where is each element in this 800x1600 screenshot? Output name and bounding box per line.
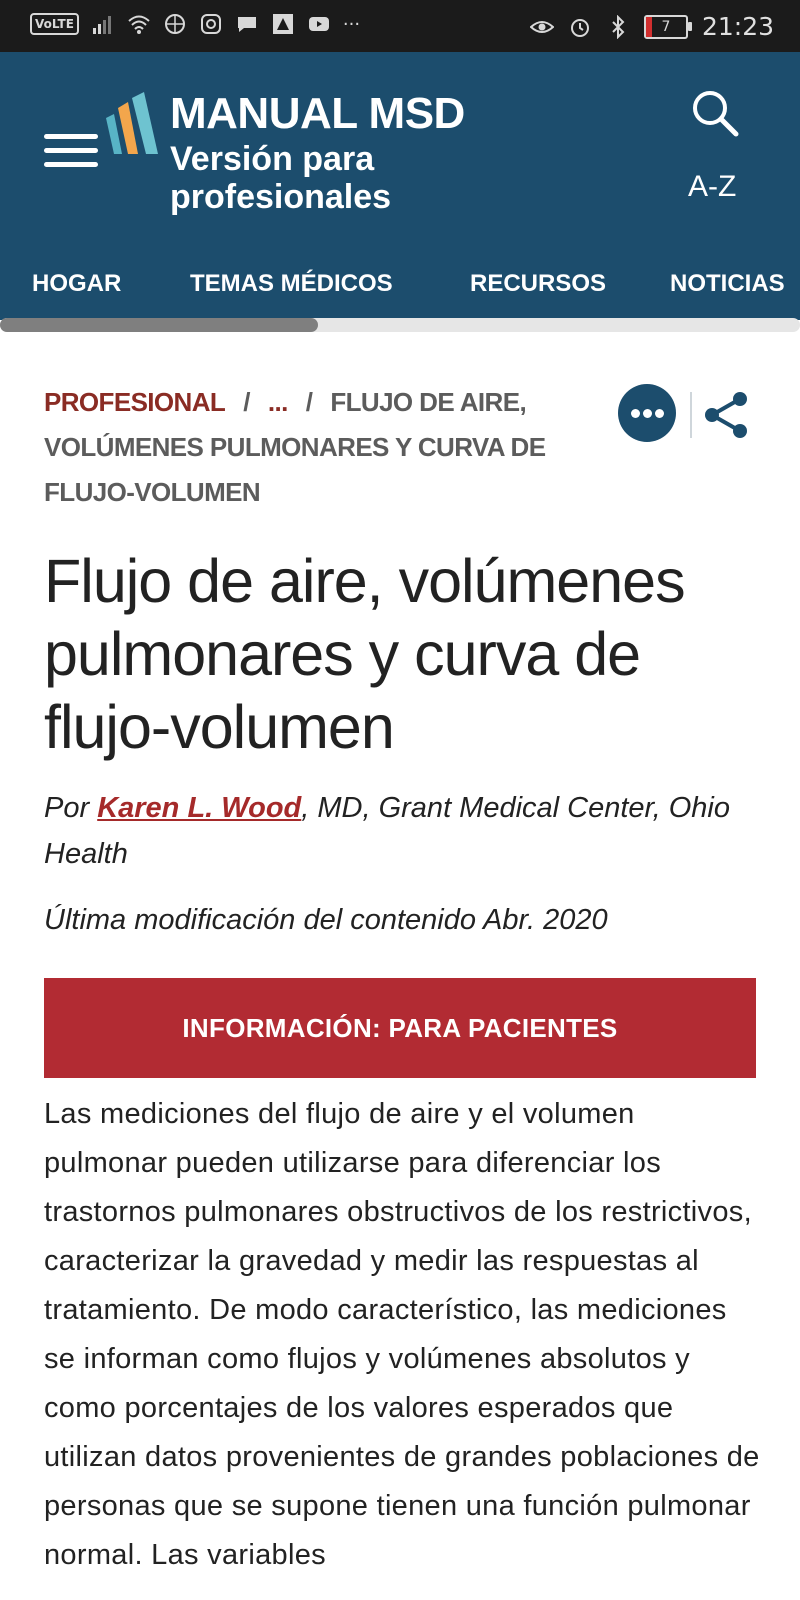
brand-subtitle[interactable]: Versión para profesionales — [170, 140, 470, 216]
battery-level: 7 — [661, 18, 671, 35]
search-icon[interactable] — [690, 88, 740, 138]
author-link[interactable]: Karen L. Wood — [97, 792, 301, 824]
main-nav: HOGAR TEMAS MÉDICOS RECURSOS NOTICIAS — [0, 250, 800, 320]
az-index-button[interactable]: A-Z — [688, 170, 736, 204]
status-bar: VoLTE ··· 7 21:23 — [0, 0, 800, 52]
clock: 21:23 — [701, 12, 774, 41]
instagram-icon — [200, 14, 221, 34]
share-icon[interactable] — [700, 388, 754, 442]
nav-item-hogar[interactable]: HOGAR — [32, 270, 121, 298]
nav-item-temas-medicos[interactable]: TEMAS MÉDICOS — [190, 270, 393, 298]
patients-info-button[interactable]: INFORMACIÓN: PARA PACIENTES — [44, 978, 756, 1078]
signal-icon — [92, 16, 111, 34]
message-icon — [237, 17, 256, 32]
page-title: Flujo de aire, volúmenes pulmonares y cu… — [44, 547, 686, 761]
brand-title[interactable]: MANUAL MSD — [170, 90, 465, 138]
basketball-icon — [164, 14, 185, 34]
article-body: Las mediciones del flujo de aire y el vo… — [44, 1098, 760, 1571]
breadcrumb-separator: / — [243, 387, 250, 417]
msd-logo-icon — [106, 92, 158, 154]
battery-icon: 7 — [643, 14, 692, 39]
wifi-icon — [128, 15, 150, 34]
nav-scrollbar[interactable] — [0, 318, 800, 332]
app-icon — [272, 14, 293, 34]
status-right: 7 21:23 — [529, 12, 774, 41]
hamburger-icon — [44, 134, 98, 167]
youtube-icon — [308, 17, 329, 31]
menu-button[interactable] — [44, 134, 98, 170]
divider — [690, 392, 692, 438]
volte-badge: VoLTE — [30, 13, 79, 35]
byline: Por Karen L. Wood, MD, Grant Medical Cen… — [44, 785, 764, 877]
eye-icon — [529, 20, 554, 33]
breadcrumb: PROFESIONAL /... / FLUJO DE AIRE, VOLÚMENES… — [44, 380, 604, 515]
more-button[interactable] — [618, 384, 676, 442]
breadcrumb-root[interactable]: PROFESIONAL — [44, 387, 226, 417]
nav-item-noticias[interactable]: NOTICIAS — [670, 270, 785, 298]
patients-info-label: INFORMACIÓN: PARA PACIENTES — [182, 1012, 618, 1043]
more-notifications-icon: ··· — [342, 13, 361, 35]
breadcrumb-ellipsis[interactable]: ... — [268, 387, 288, 417]
byline-prefix: Por — [44, 792, 98, 824]
last-modified: Última modificación del contenido Abr. 2… — [44, 904, 608, 936]
nav-item-recursos[interactable]: RECURSOS — [470, 270, 606, 298]
breadcrumb-separator: / — [305, 387, 313, 417]
alarm-icon — [570, 18, 589, 37]
nav-scrollbar-thumb[interactable] — [0, 318, 318, 332]
bluetooth-icon — [612, 14, 625, 39]
status-left: VoLTE ··· — [30, 12, 360, 36]
